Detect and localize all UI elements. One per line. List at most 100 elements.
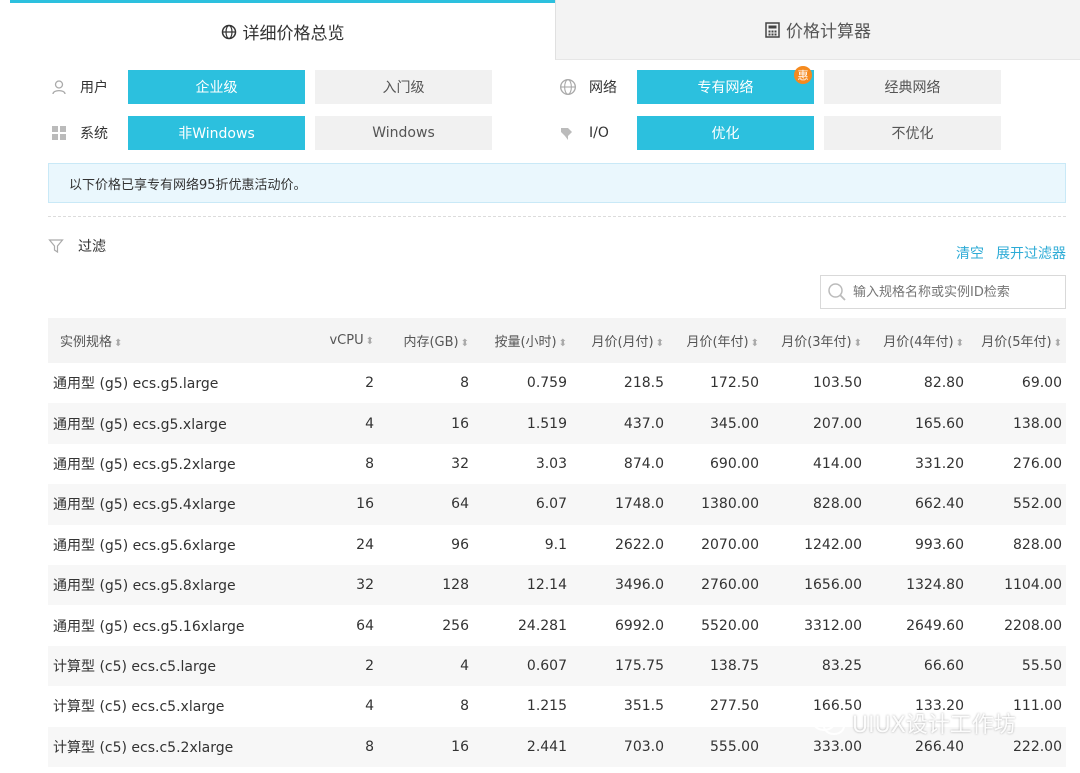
table-cell: 3.03 — [535, 455, 567, 472]
cell-instance-spec: 通用型 (g5) ecs.g5.4xlarge — [48, 484, 315, 525]
cell-instance-spec: 计算型 (c5) ecs.c5.large — [48, 645, 315, 687]
table-cell: 703.0 — [571, 726, 668, 767]
column-header-memory[interactable]: 内存(GB) ⬍ — [378, 318, 473, 363]
table-cell: 24 — [356, 536, 374, 553]
sort-icon: ⬍ — [460, 338, 469, 349]
table-row[interactable]: 计算型 (c5) ecs.c5.2xlarge 8 16 2.441 703.0 555.… — [48, 726, 1066, 767]
column-header-3year[interactable]: 月价(3年付) ⬍ — [763, 318, 866, 363]
sort-icon: ⬍ — [558, 338, 567, 349]
table-row[interactable]: 通用型 (g5) ecs.g5.large 2 8 0.759 218.5 172.50 1… — [48, 363, 1066, 403]
option-label-system: 系统 — [48, 123, 128, 143]
cell-instance-spec: 通用型 (g5) ecs.g5.2xlarge — [53, 456, 236, 473]
table-cell: 64 — [378, 484, 473, 525]
user-enterprise-button[interactable]: 企业级 — [128, 70, 305, 104]
column-header-4year[interactable]: 月价(4年付) ⬍ — [866, 318, 968, 363]
column-header-yearly[interactable]: 月价(年付) ⬍ — [668, 318, 763, 363]
column-header-hourly[interactable]: 按量(小时) ⬍ — [473, 318, 571, 363]
table-cell: 83.25 — [763, 645, 866, 687]
table-cell: 4 — [365, 698, 374, 715]
table-cell: 1324.80 — [866, 564, 968, 606]
network-classic-button[interactable]: 经典网络 — [824, 70, 1001, 104]
table-cell: 555.00 — [668, 726, 763, 767]
tab-price-calculator[interactable]: 价格计算器 — [555, 0, 1080, 60]
table-cell: 16 — [315, 484, 378, 525]
table-cell: 3312.00 — [804, 617, 862, 634]
table-row[interactable]: 通用型 (g5) ecs.g5.6xlarge 24 96 9.1 2622.0 2070… — [48, 525, 1066, 565]
sort-icon: ⬍ — [955, 338, 964, 349]
table-cell: 1104.00 — [968, 564, 1066, 606]
tab-bar: 详细价格总览 价格计算器 — [10, 0, 1080, 60]
option-io: I/O 优化 不优化 — [557, 116, 1011, 150]
search-box[interactable] — [820, 275, 1066, 309]
io-optimized-button[interactable]: 优化 — [637, 116, 814, 150]
tab-price-overview[interactable]: 详细价格总览 — [10, 0, 555, 60]
table-cell: 111.00 — [1013, 698, 1062, 715]
table-cell: 351.5 — [623, 698, 664, 715]
table-cell: 103.50 — [813, 375, 862, 392]
table-cell: 256 — [442, 617, 469, 634]
table-row[interactable]: 通用型 (g5) ecs.g5.xlarge 4 16 1.519 437.0 345.0… — [48, 403, 1066, 444]
system-windows-button[interactable]: Windows — [315, 116, 492, 150]
cell-instance-spec: 计算型 (c5) ecs.c5.2xlarge — [48, 726, 315, 767]
option-network: 网络 专有网络 惠 经典网络 — [557, 66, 1011, 104]
search-input[interactable] — [853, 284, 1053, 300]
table-cell: 0.759 — [526, 375, 567, 392]
table-cell: 2.441 — [473, 726, 571, 767]
network-vpc-button[interactable]: 专有网络 惠 — [637, 66, 814, 104]
table-cell: 662.40 — [866, 484, 968, 525]
table-cell: 1380.00 — [668, 484, 763, 525]
table-row[interactable]: 通用型 (g5) ecs.g5.16xlarge 64 256 24.281 6992.… — [48, 605, 1066, 645]
table-cell: 2649.60 — [906, 617, 964, 634]
table-cell: 414.00 — [813, 455, 862, 472]
table-cell: 9.1 — [544, 536, 567, 553]
user-entry-button[interactable]: 入门级 — [315, 70, 492, 104]
table-cell: 2 — [315, 645, 378, 687]
table-cell: 1.519 — [473, 403, 571, 444]
windows-grid-icon — [48, 125, 70, 141]
clear-filter-link[interactable]: 清空 — [956, 243, 984, 263]
table-cell: 2208.00 — [1004, 617, 1062, 634]
table-cell: 222.00 — [968, 726, 1066, 767]
io-unoptimized-button[interactable]: 不优化 — [824, 116, 1001, 150]
table-cell: 993.60 — [915, 536, 964, 553]
system-non-windows-button[interactable]: 非Windows — [128, 116, 305, 150]
tab-label: 详细价格总览 — [242, 24, 345, 44]
table-cell: 828.00 — [763, 484, 866, 525]
table-row[interactable]: 计算型 (c5) ecs.c5.xlarge 4 8 1.215 351.5 277.50… — [48, 686, 1066, 726]
option-system: 系统 非Windows Windows — [48, 116, 502, 150]
table-cell: 2622.0 — [615, 536, 664, 553]
table-cell: 331.20 — [915, 455, 964, 472]
table-cell: 24.281 — [518, 617, 567, 634]
table-row[interactable]: 通用型 (g5) ecs.g5.4xlarge 16 64 6.07 1748.0 138… — [48, 484, 1066, 525]
globe-icon — [557, 78, 579, 96]
table-cell: 32 — [315, 564, 378, 606]
user-icon — [48, 79, 70, 95]
table-row[interactable]: 通用型 (g5) ecs.g5.8xlarge 32 128 12.14 3496.0 2… — [48, 564, 1066, 606]
calculator-icon — [765, 21, 780, 38]
search-icon — [827, 282, 847, 302]
table-cell: 1656.00 — [763, 564, 866, 606]
tab-label: 价格计算器 — [786, 22, 871, 42]
filter-actions: 清空 展开过滤器 — [944, 243, 1066, 263]
column-header-vcpu[interactable]: vCPU ⬍ — [315, 318, 378, 363]
table-cell: 0.607 — [473, 645, 571, 687]
expand-filter-link[interactable]: 展开过滤器 — [996, 243, 1066, 263]
table-row[interactable]: 计算型 (c5) ecs.c5.large 2 4 0.607 175.75 138.75… — [48, 645, 1066, 687]
filter-label: 过滤 — [48, 236, 106, 256]
table-cell: 1748.0 — [571, 484, 668, 525]
table-header-row: 实例规格 ⬍ vCPU ⬍ 内存(GB) ⬍ 按量(小时) ⬍ 月价(月付) ⬍ 月价(年… — [48, 318, 1066, 363]
cell-instance-spec: 通用型 (g5) ecs.g5.xlarge — [48, 403, 315, 444]
table-cell: 552.00 — [968, 484, 1066, 525]
table-cell: 133.20 — [915, 698, 964, 715]
divider — [48, 216, 1066, 217]
column-header-spec[interactable]: 实例规格 ⬍ — [48, 318, 315, 363]
table-row[interactable]: 通用型 (g5) ecs.g5.2xlarge 8 32 3.03 874.0 690.0… — [48, 444, 1066, 484]
table-cell: 128 — [378, 564, 473, 606]
column-header-monthly[interactable]: 月价(月付) ⬍ — [571, 318, 668, 363]
funnel-icon — [48, 238, 64, 254]
sort-icon: ⬍ — [750, 338, 759, 349]
sort-icon: ⬍ — [365, 336, 374, 347]
column-header-5year[interactable]: 月价(5年付) ⬍ — [968, 318, 1066, 363]
table-cell: 166.50 — [813, 698, 862, 715]
option-user: 用户 企业级 入门级 — [48, 70, 502, 104]
